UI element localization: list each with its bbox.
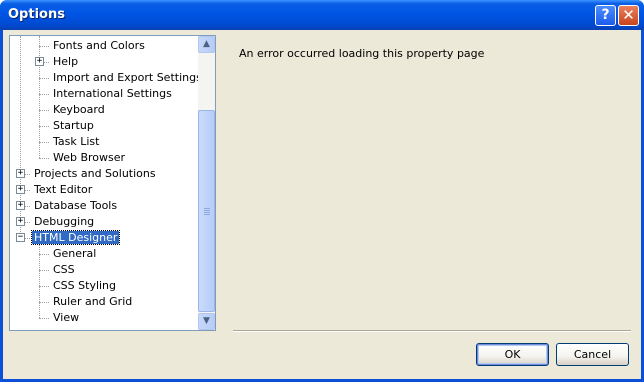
tree-item[interactable]: Task List	[51, 134, 101, 150]
tree-item[interactable]: Projects and Solutions	[32, 166, 158, 182]
dialog-client-area: Fonts and Colors + Help Import and Export S…	[3, 30, 641, 379]
tree-item-label: Web Browser	[53, 151, 126, 164]
title-bar[interactable]: Options ? ✕	[0, 0, 644, 30]
expand-icon[interactable]: +	[16, 217, 25, 226]
expand-icon[interactable]: +	[35, 57, 44, 66]
tree-item-label: CSS Styling	[53, 279, 117, 292]
grip-line	[204, 210, 210, 211]
tree-item[interactable]: HTML Designer	[30, 230, 121, 246]
tree-connector-line	[39, 286, 49, 287]
tree-item[interactable]: General	[51, 246, 98, 262]
tree-item-label: Fonts and Colors	[53, 39, 145, 52]
tree-connector-line	[39, 36, 40, 158]
tree-item[interactable]: CSS	[51, 262, 77, 278]
scroll-down-button[interactable]: ▼	[198, 313, 215, 330]
tree-item-label: Ruler and Grid	[53, 295, 133, 308]
scroll-up-button[interactable]: ▲	[198, 36, 215, 53]
tree-item[interactable]: International Settings	[51, 86, 174, 102]
tree-item[interactable]: Ruler and Grid	[51, 294, 134, 310]
tree-item-label: Text Editor	[34, 183, 93, 196]
tree-item[interactable]: View	[51, 310, 81, 326]
help-icon: ?	[601, 7, 610, 23]
tree-connector-line	[39, 78, 49, 79]
tree-connector-line	[39, 126, 49, 127]
help-button[interactable]: ?	[595, 5, 616, 26]
collapse-icon[interactable]: −	[16, 233, 25, 242]
property-page-error-message: An error occurred loading this property …	[239, 47, 485, 60]
tree-item-label: Startup	[53, 119, 94, 132]
expand-icon[interactable]: +	[16, 169, 25, 178]
tree-item[interactable]: Keyboard	[51, 102, 107, 118]
tree-item[interactable]: Database Tools	[32, 198, 119, 214]
window-title: Options	[8, 7, 65, 22]
grip-line	[204, 212, 210, 213]
tree-item-label: CSS	[53, 263, 75, 276]
ok-button[interactable]: OK	[476, 343, 549, 366]
chevron-down-icon: ▼	[203, 316, 210, 326]
tree-item[interactable]: Web Browser	[51, 150, 127, 166]
tree-connector-line	[39, 270, 49, 271]
tree-connector-line	[39, 94, 49, 95]
tree-item[interactable]: Debugging	[32, 214, 96, 230]
tree-connector-line	[39, 302, 49, 303]
close-button[interactable]: ✕	[618, 5, 639, 26]
tree-item[interactable]: Fonts and Colors	[51, 38, 147, 54]
tree-item-label: Help	[53, 55, 79, 68]
tree-item[interactable]: Startup	[51, 118, 96, 134]
tree-connector-line	[39, 158, 49, 159]
tree-item-label: Keyboard	[53, 103, 105, 116]
tree-item[interactable]: Import and Export Settings	[51, 70, 204, 86]
cancel-button[interactable]: Cancel	[556, 343, 629, 366]
tree-connector-line	[39, 46, 49, 47]
separator	[233, 330, 631, 332]
grip-line	[204, 214, 210, 215]
expand-icon[interactable]: +	[16, 185, 25, 194]
tree-item-label: View	[53, 311, 80, 324]
tree-connector-line	[39, 110, 49, 111]
tree-item-label: Import and Export Settings	[53, 71, 202, 84]
options-dialog: Options ? ✕ Fonts and Colors + Help Import …	[0, 0, 644, 382]
tree-connector-line	[39, 318, 49, 319]
chevron-up-icon: ▲	[203, 39, 210, 49]
close-icon: ✕	[622, 6, 635, 24]
tree-connector-line	[39, 142, 49, 143]
options-tree[interactable]: Fonts and Colors + Help Import and Export S…	[9, 35, 216, 331]
tree-connector-line	[39, 254, 49, 255]
expand-icon[interactable]: +	[16, 201, 25, 210]
grip-line	[204, 208, 210, 209]
tree-vertical-scrollbar[interactable]: ▲ ▼	[198, 36, 215, 330]
tree-item[interactable]: CSS Styling	[51, 278, 118, 294]
tree-item-label: Projects and Solutions	[34, 167, 156, 180]
tree-item-label: General	[53, 247, 97, 260]
tree-item[interactable]: Help	[51, 54, 80, 70]
tree-item-label: Database Tools	[34, 199, 118, 212]
tree-item-label: HTML Designer	[30, 230, 121, 245]
tree-item-label: Task List	[53, 135, 100, 148]
tree-item[interactable]: Text Editor	[32, 182, 94, 198]
tree-item-label: Debugging	[34, 215, 95, 228]
tree-item-label: International Settings	[53, 87, 172, 100]
scroll-thumb[interactable]	[198, 110, 215, 312]
